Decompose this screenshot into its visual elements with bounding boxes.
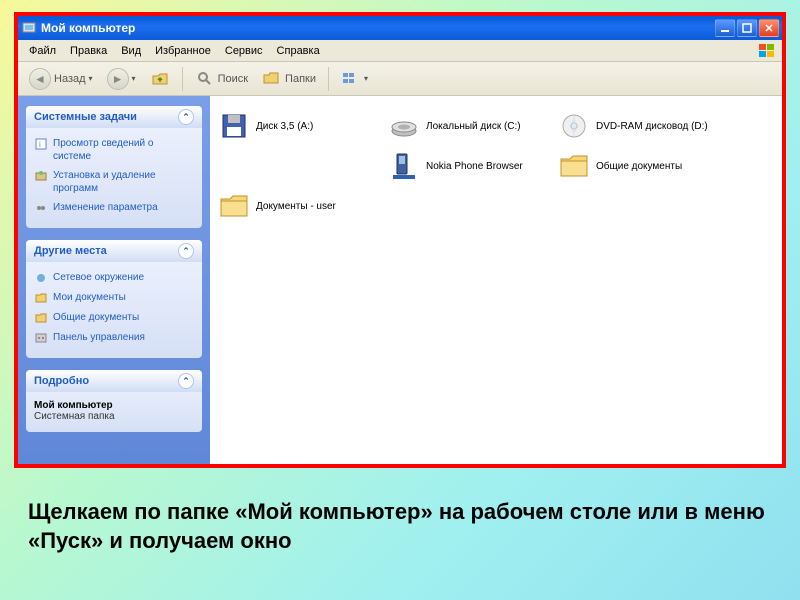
items-grid: Диск 3,5 (A:) Локальный диск (C:) DVD-RA…: [218, 108, 774, 228]
panel-header[interactable]: Другие места ⌃: [26, 240, 202, 262]
info-icon: i: [34, 137, 48, 151]
link-label: Просмотр сведений о системе: [53, 137, 194, 163]
separator: [182, 67, 183, 91]
link-label: Изменение параметра: [53, 201, 158, 214]
phone-icon: [388, 150, 420, 182]
link-label: Мои документы: [53, 291, 126, 304]
panel-header[interactable]: Подробно ⌃: [26, 370, 202, 392]
details-name: Мой компьютер: [34, 400, 113, 411]
panel-title: Системные задачи: [34, 111, 137, 123]
folders-button[interactable]: Папки: [257, 66, 321, 92]
panel-title: Подробно: [34, 375, 89, 387]
nokia-browser-item[interactable]: Nokia Phone Browser: [388, 148, 558, 184]
folder-icon: [34, 311, 48, 325]
folders-icon: [262, 69, 282, 89]
settings-icon: [34, 201, 48, 215]
system-icon: [21, 20, 37, 36]
forward-button[interactable]: ► ▾: [102, 66, 141, 92]
tasks-sidebar: Системные задачи ⌃ i Просмотр сведений о…: [18, 96, 210, 464]
folder-icon: [34, 291, 48, 305]
system-tasks-panel: Системные задачи ⌃ i Просмотр сведений о…: [26, 106, 202, 228]
view-system-info-link[interactable]: i Просмотр сведений о системе: [34, 134, 194, 166]
search-label: Поиск: [218, 73, 248, 85]
panel-title: Другие места: [34, 245, 107, 257]
content-area: Диск 3,5 (A:) Локальный диск (C:) DVD-RA…: [210, 96, 782, 464]
forward-arrow-icon: ►: [107, 68, 129, 90]
programs-icon: [34, 169, 48, 183]
details-info: Мой компьютер Системная папка: [34, 398, 194, 422]
folder-icon: [218, 190, 250, 222]
back-arrow-icon: ◄: [29, 68, 51, 90]
control-panel-link[interactable]: Панель управления: [34, 328, 194, 348]
hard-disk-icon: [388, 110, 420, 142]
link-label: Сетевое окружение: [53, 271, 144, 284]
dvd-drive-item[interactable]: DVD-RAM дисковод (D:): [558, 108, 728, 144]
close-button[interactable]: ✕: [759, 19, 779, 37]
windows-logo-icon: [756, 42, 778, 60]
window-title: Мой компьютер: [41, 21, 715, 35]
link-label: Установка и удаление программ: [53, 169, 194, 195]
menu-edit[interactable]: Правка: [63, 43, 114, 59]
my-documents-link[interactable]: Мои документы: [34, 288, 194, 308]
chevron-down-icon: ▾: [364, 74, 368, 83]
item-label: Локальный диск (C:): [426, 121, 521, 132]
minimize-button[interactable]: [715, 19, 735, 37]
add-remove-programs-link[interactable]: Установка и удаление программ: [34, 166, 194, 198]
change-setting-link[interactable]: Изменение параметра: [34, 198, 194, 218]
menu-favorites[interactable]: Избранное: [148, 43, 218, 59]
folders-label: Папки: [285, 73, 316, 85]
item-label: DVD-RAM дисковод (D:): [596, 121, 708, 132]
network-places-link[interactable]: Сетевое окружение: [34, 268, 194, 288]
titlebar: Мой компьютер ✕: [18, 16, 782, 40]
item-label: Nokia Phone Browser: [426, 161, 523, 172]
chevron-down-icon: ▾: [132, 74, 136, 83]
back-label: Назад: [54, 73, 86, 85]
chevron-down-icon: ▾: [89, 74, 93, 83]
separator: [328, 67, 329, 91]
menu-tools[interactable]: Сервис: [218, 43, 270, 59]
disc-icon: [558, 110, 590, 142]
user-docs-item[interactable]: Документы - user: [218, 188, 388, 224]
search-icon: [195, 69, 215, 89]
views-icon: [341, 69, 361, 89]
back-button[interactable]: ◄ Назад ▾: [24, 66, 98, 92]
folder-icon: [558, 150, 590, 182]
maximize-button[interactable]: [737, 19, 757, 37]
menu-view[interactable]: Вид: [114, 43, 148, 59]
search-button[interactable]: Поиск: [190, 66, 253, 92]
collapse-icon: ⌃: [178, 243, 194, 259]
views-button[interactable]: ▾: [336, 66, 373, 92]
up-button[interactable]: [145, 66, 175, 92]
shared-documents-link[interactable]: Общие документы: [34, 308, 194, 328]
slide-caption: Щелкаем по папке «Мой компьютер» на рабо…: [28, 498, 768, 555]
window-buttons: ✕: [715, 19, 779, 37]
shared-docs-item[interactable]: Общие документы: [558, 148, 728, 184]
network-icon: [34, 271, 48, 285]
collapse-icon: ⌃: [178, 373, 194, 389]
other-places-panel: Другие места ⌃ Сетевое окружение Мои док…: [26, 240, 202, 358]
toolbar: ◄ Назад ▾ ► ▾ Поиск Папки: [18, 62, 782, 96]
menu-file[interactable]: Файл: [22, 43, 63, 59]
link-label: Панель управления: [53, 331, 145, 344]
item-label: Документы - user: [256, 201, 336, 212]
floppy-drive-item[interactable]: Диск 3,5 (A:): [218, 108, 388, 144]
item-label: Общие документы: [596, 161, 682, 172]
local-disk-item[interactable]: Локальный диск (C:): [388, 108, 558, 144]
menu-help[interactable]: Справка: [270, 43, 327, 59]
floppy-icon: [218, 110, 250, 142]
item-label: Диск 3,5 (A:): [256, 121, 313, 132]
control-panel-icon: [34, 331, 48, 345]
explorer-window: Мой компьютер ✕ Файл Правка Вид Избранно…: [14, 12, 786, 468]
link-label: Общие документы: [53, 311, 139, 324]
folder-up-icon: [150, 69, 170, 89]
collapse-icon: ⌃: [178, 109, 194, 125]
svg-text:i: i: [39, 140, 41, 149]
details-panel: Подробно ⌃ Мой компьютер Системная папка: [26, 370, 202, 432]
menubar: Файл Правка Вид Избранное Сервис Справка: [18, 40, 782, 62]
window-body: Системные задачи ⌃ i Просмотр сведений о…: [18, 96, 782, 464]
details-type: Системная папка: [34, 411, 115, 422]
panel-header[interactable]: Системные задачи ⌃: [26, 106, 202, 128]
